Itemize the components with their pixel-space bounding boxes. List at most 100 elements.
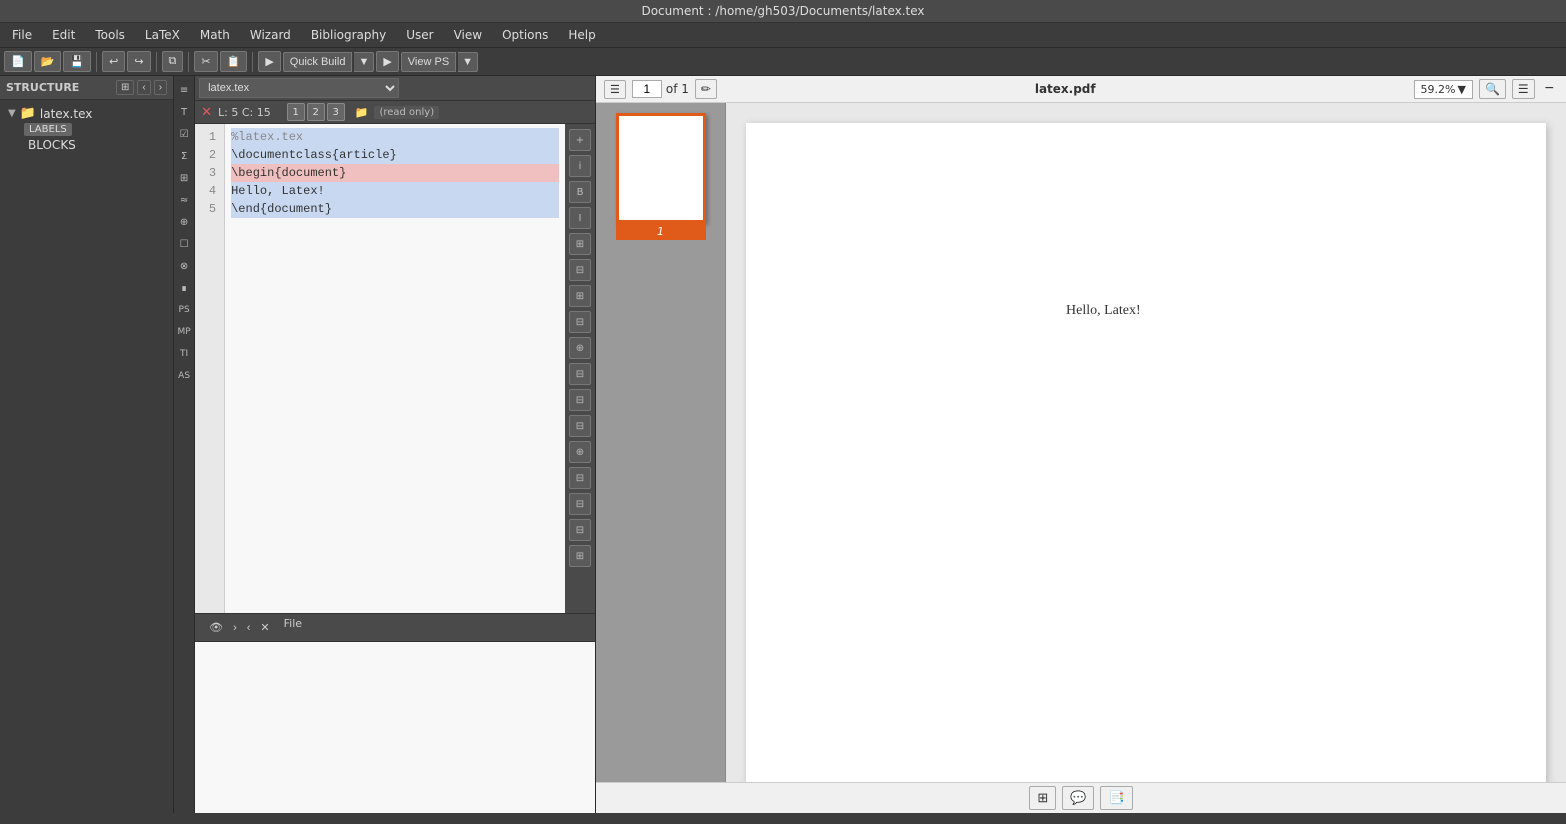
menu-file[interactable]: File (4, 25, 40, 45)
icon-square[interactable]: ☐ (174, 234, 194, 254)
editor-right-btn-circ2[interactable]: ⊕ (569, 441, 591, 463)
close-indicator[interactable]: ✕ (201, 105, 212, 120)
icon-approx[interactable]: ≈ (174, 190, 194, 210)
editor-right-btn-box3[interactable]: ⊞ (569, 285, 591, 307)
menu-math[interactable]: Math (192, 25, 238, 45)
menu-tools[interactable]: Tools (87, 25, 133, 45)
copy-button[interactable]: ⧉ (162, 51, 184, 72)
editor-right-btn-box4[interactable]: ⊟ (569, 311, 591, 333)
run-button[interactable]: ▶ (258, 51, 280, 72)
icon-circle-x[interactable]: ⊗ (174, 256, 194, 276)
pdf-sidebar-view-btn[interactable]: 📑 (1100, 786, 1132, 810)
redo-button[interactable]: ↪ (127, 51, 150, 72)
bottom-nav-left[interactable]: ‹ (243, 620, 255, 636)
tree-item-file[interactable]: ▼ 📁 latex.tex (4, 104, 169, 123)
labels-badge[interactable]: LABELS (24, 123, 72, 136)
editor-right-btn-box10[interactable]: ⊟ (569, 519, 591, 541)
view-ps-button[interactable]: View PS (401, 52, 456, 72)
icon-ps[interactable]: PS (174, 300, 194, 320)
open-button[interactable]: 📂 (34, 51, 62, 72)
icon-grid[interactable]: ⊞ (174, 168, 194, 188)
blocks-item[interactable]: BLOCKS (24, 136, 169, 154)
paste-button[interactable]: 📋 (220, 51, 248, 72)
page-num-2[interactable]: 2 (307, 103, 325, 121)
new-button[interactable]: 📄 (4, 51, 32, 72)
page-num-1[interactable]: 1 (287, 103, 305, 121)
icon-circle-plus[interactable]: ⊕ (174, 212, 194, 232)
pdf-menu-btn[interactable]: ☰ (1512, 79, 1535, 99)
icon-as[interactable]: AS (174, 366, 194, 386)
editor-right-btn-box9[interactable]: ⊟ (569, 493, 591, 515)
view-ps-label: View PS (408, 56, 449, 68)
editor-right-btn-circ1[interactable]: ⊕ (569, 337, 591, 359)
editor-right-btn-box2[interactable]: ⊟ (569, 259, 591, 281)
icon-list[interactable]: ≡ (174, 80, 194, 100)
code-editor[interactable]: 1 2 3 4 5 %latex.tex\documentclass{artic… (195, 124, 565, 613)
pdf-of-pages: of 1 (666, 82, 689, 96)
undo-icon: ↩ (109, 55, 118, 68)
bottom-nav: 👁 › ‹ ✕ (203, 617, 276, 638)
menu-user[interactable]: User (398, 25, 441, 45)
menu-bibliography[interactable]: Bibliography (303, 25, 394, 45)
pdf-viewer[interactable]: Hello, Latex! (726, 103, 1566, 782)
structure-prev-btn[interactable]: ‹ (137, 80, 150, 95)
quick-build-dropdown[interactable]: ▼ (354, 52, 374, 72)
save-button[interactable]: 💾 (63, 51, 91, 72)
run-arrow-icon: ▶ (383, 55, 391, 68)
tree-labels-area: LABELS (24, 123, 169, 136)
main-area: STRUCTURE ⊞ ‹ › ▼ 📁 latex.tex LABELS BLO… (0, 76, 1566, 813)
icon-block[interactable]: ∎ (174, 278, 194, 298)
menu-edit[interactable]: Edit (44, 25, 83, 45)
code-line-4: Hello, Latex! (231, 182, 559, 200)
editor-right-btn-info[interactable]: i (569, 155, 591, 177)
icon-ti[interactable]: TI (174, 344, 194, 364)
bottom-tab-file[interactable]: File (284, 617, 302, 638)
editor-container: 1 2 3 4 5 %latex.tex\documentclass{artic… (195, 124, 595, 613)
pdf-page-input[interactable] (632, 80, 662, 98)
run-arrow-button[interactable]: ▶ (376, 51, 398, 72)
structure-next-btn[interactable]: › (154, 80, 167, 95)
pdf-thumb-label: 1 (616, 223, 706, 240)
quick-build-button[interactable]: Quick Build (283, 52, 353, 72)
editor-right-btn-i[interactable]: I (569, 207, 591, 229)
icon-sum[interactable]: Σ (174, 146, 194, 166)
pdf-grid-view-btn[interactable]: ⊞ (1029, 786, 1056, 810)
readonly-badge: (read only) (374, 106, 439, 119)
pdf-zoom-display[interactable]: 59.2% ▼ (1414, 80, 1473, 99)
editor-right-btn-box7[interactable]: ⊟ (569, 415, 591, 437)
line-numbers: 1 2 3 4 5 (195, 124, 225, 613)
pdf-search-btn[interactable]: 🔍 (1479, 79, 1506, 99)
bottom-nav-x[interactable]: ✕ (256, 619, 273, 636)
structure-maximize-btn[interactable]: ⊞ (116, 80, 134, 95)
pdf-comment-view-btn[interactable]: 💬 (1062, 786, 1094, 810)
menu-options[interactable]: Options (494, 25, 556, 45)
file-tab-select[interactable]: latex.tex (199, 78, 399, 98)
line-num-2: 2 (203, 146, 216, 164)
icon-mp[interactable]: MP (174, 322, 194, 342)
bottom-nav-eye[interactable]: 👁 (205, 619, 227, 636)
icon-check[interactable]: ☑ (174, 124, 194, 144)
page-num-3[interactable]: 3 (327, 103, 345, 121)
pdf-thumb-1[interactable]: 1 (616, 113, 706, 240)
editor-right-btn-box1[interactable]: ⊞ (569, 233, 591, 255)
view-ps-dropdown[interactable]: ▼ (458, 52, 478, 72)
editor-right-btn-b[interactable]: B (569, 181, 591, 203)
undo-button[interactable]: ↩ (102, 51, 125, 72)
cut-button[interactable]: ✂ (194, 51, 217, 72)
menu-wizard[interactable]: Wizard (242, 25, 299, 45)
menu-help[interactable]: Help (560, 25, 603, 45)
editor-right-btn-box11[interactable]: ⊞ (569, 545, 591, 567)
structure-controls: ⊞ ‹ › (116, 80, 167, 95)
pdf-pencil-btn[interactable]: ✏ (695, 79, 717, 99)
icon-text[interactable]: T (174, 102, 194, 122)
menu-view[interactable]: View (446, 25, 490, 45)
code-content[interactable]: %latex.tex\documentclass{article}\begin{… (225, 124, 565, 613)
editor-right-btn-box5[interactable]: ⊟ (569, 363, 591, 385)
pdf-sidebar-toggle[interactable]: ☰ (604, 80, 626, 99)
menu-latex[interactable]: LaTeX (137, 25, 188, 45)
pdf-minus-btn[interactable]: − (1541, 80, 1558, 98)
editor-right-btn-box8[interactable]: ⊟ (569, 467, 591, 489)
editor-right-btn-box6[interactable]: ⊟ (569, 389, 591, 411)
bottom-nav-right[interactable]: › (229, 620, 241, 636)
editor-right-btn-add[interactable]: + (569, 129, 591, 151)
